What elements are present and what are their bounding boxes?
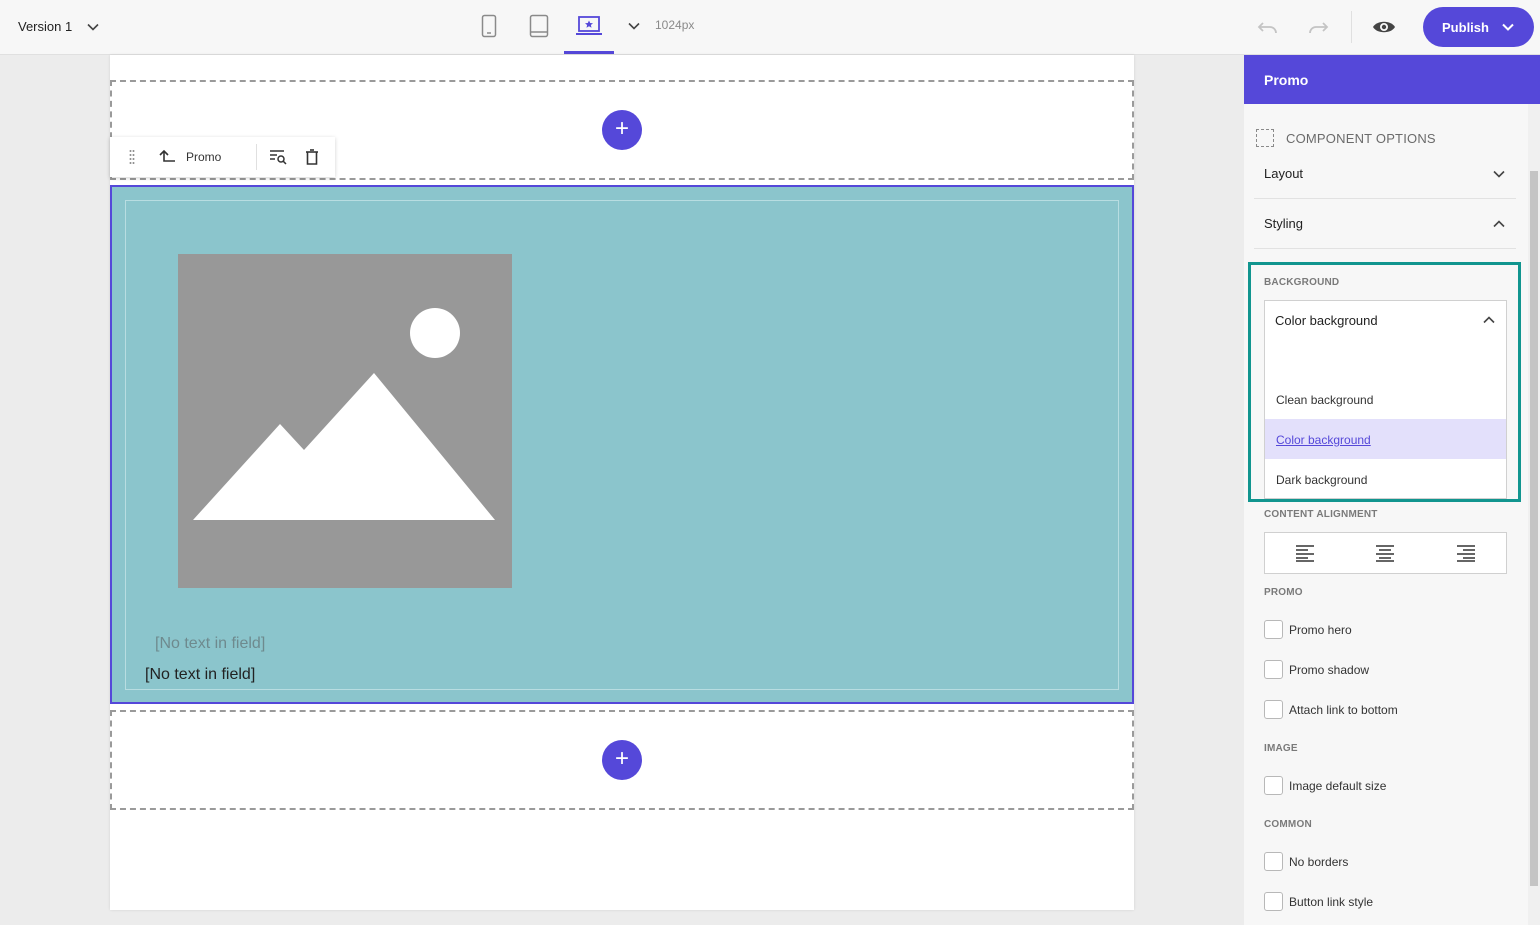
properties-panel: Promo COMPONENT OPTIONS Layout Styling B…: [1244, 55, 1540, 925]
chevron-down-icon: [87, 23, 99, 31]
checkbox[interactable]: [1264, 776, 1283, 795]
datasource-search-icon[interactable]: [265, 144, 291, 170]
checkbox[interactable]: [1264, 620, 1283, 639]
checkbox-image-default-size[interactable]: Image default size: [1264, 776, 1386, 795]
panel-title: Promo: [1244, 55, 1540, 104]
checkbox-button-link-style[interactable]: Button link style: [1264, 892, 1373, 911]
checkbox[interactable]: [1264, 660, 1283, 679]
page-canvas: + [No text in field] [No text in field] …: [110, 55, 1134, 910]
trash-icon[interactable]: [299, 144, 325, 170]
phone-icon[interactable]: [476, 12, 502, 40]
checkbox-label: Button link style: [1289, 894, 1374, 909]
content-alignment-label: CONTENT ALIGNMENT: [1264, 509, 1378, 520]
chevron-up-icon: [1493, 219, 1505, 227]
checkbox-label: No borders: [1289, 854, 1349, 869]
checkbox-promo-shadow[interactable]: Promo shadow: [1264, 660, 1369, 679]
eye-icon[interactable]: [1370, 14, 1398, 40]
select-value: Color background: [1275, 312, 1378, 328]
option-color-background[interactable]: Color background: [1265, 419, 1506, 459]
publish-button[interactable]: Publish: [1423, 7, 1534, 47]
scrollbar-thumb[interactable]: [1530, 171, 1538, 886]
image-placeholder[interactable]: [178, 254, 512, 588]
component-outline-icon: [1256, 129, 1274, 147]
select-parent-icon[interactable]: [154, 144, 180, 170]
option-clean-background[interactable]: Clean background: [1265, 379, 1506, 419]
promo-component[interactable]: [No text in field] [No text in field]: [110, 185, 1134, 704]
placeholder-drop-zone[interactable]: +: [110, 710, 1134, 810]
component-options-header: COMPONENT OPTIONS: [1256, 129, 1436, 147]
checkbox[interactable]: [1264, 852, 1283, 871]
background-dropdown: Clean background Color background Dark b…: [1264, 339, 1507, 499]
chevron-down-icon[interactable]: [624, 16, 644, 36]
component-options-label: COMPONENT OPTIONS: [1286, 130, 1436, 146]
publish-label: Publish: [1442, 19, 1489, 35]
option-dark-background[interactable]: Dark background: [1265, 459, 1506, 499]
chevron-down-icon: [1502, 23, 1514, 31]
align-right-icon[interactable]: [1426, 533, 1506, 573]
undo-icon[interactable]: [1255, 15, 1281, 39]
active-device-indicator: [564, 51, 614, 54]
scrollbar[interactable]: [1528, 104, 1540, 925]
promo-text-field[interactable]: [No text in field]: [155, 635, 265, 653]
component-name: Promo: [186, 150, 222, 164]
add-component-button[interactable]: +: [602, 740, 642, 780]
top-bar: Version 1 1024px Publish: [0, 0, 1540, 55]
common-section-label: COMMON: [1264, 819, 1312, 830]
accordion-label: Styling: [1264, 216, 1304, 231]
background-section-label: BACKGROUND: [1264, 277, 1340, 288]
toolbar-separator: [256, 144, 257, 170]
checkbox-label: Attach link to bottom: [1289, 702, 1398, 717]
promo-section-label: PROMO: [1264, 587, 1303, 598]
chevron-down-icon: [1493, 170, 1505, 178]
viewport-width-label: 1024px: [655, 18, 695, 32]
checkbox[interactable]: [1264, 892, 1283, 911]
toolbar-divider: [1351, 11, 1352, 43]
promo-text-field[interactable]: [No text in field]: [145, 666, 255, 684]
version-label: Version 1: [18, 19, 73, 34]
checkbox-label: Promo shadow: [1289, 662, 1370, 677]
accordion-label: Layout: [1264, 166, 1304, 181]
checkbox-label: Promo hero: [1289, 622, 1352, 637]
background-select[interactable]: Color background: [1264, 300, 1507, 340]
add-component-button[interactable]: +: [602, 110, 642, 150]
checkbox-no-borders[interactable]: No borders: [1264, 852, 1348, 871]
checkbox[interactable]: [1264, 700, 1283, 719]
accordion-layout[interactable]: Layout: [1254, 149, 1516, 199]
tablet-icon[interactable]: [524, 12, 554, 40]
checkbox-attach-link[interactable]: Attach link to bottom: [1264, 700, 1398, 719]
desktop-icon[interactable]: [570, 12, 608, 40]
checkbox-label: Image default size: [1289, 778, 1387, 793]
align-left-icon[interactable]: [1265, 533, 1345, 573]
image-icon: [193, 308, 495, 520]
align-center-icon[interactable]: [1345, 533, 1425, 573]
drag-handle-icon[interactable]: [122, 137, 142, 177]
image-section-label: IMAGE: [1264, 743, 1298, 754]
promo-inner-frame: [No text in field] [No text in field]: [125, 200, 1119, 690]
redo-icon[interactable]: [1305, 15, 1331, 39]
chevron-up-icon: [1483, 316, 1495, 324]
checkbox-promo-hero[interactable]: Promo hero: [1264, 620, 1352, 639]
accordion-styling[interactable]: Styling: [1254, 199, 1516, 249]
content-alignment-group: [1264, 532, 1507, 574]
component-toolbar: Promo: [110, 137, 335, 177]
version-selector[interactable]: Version 1: [18, 19, 100, 34]
